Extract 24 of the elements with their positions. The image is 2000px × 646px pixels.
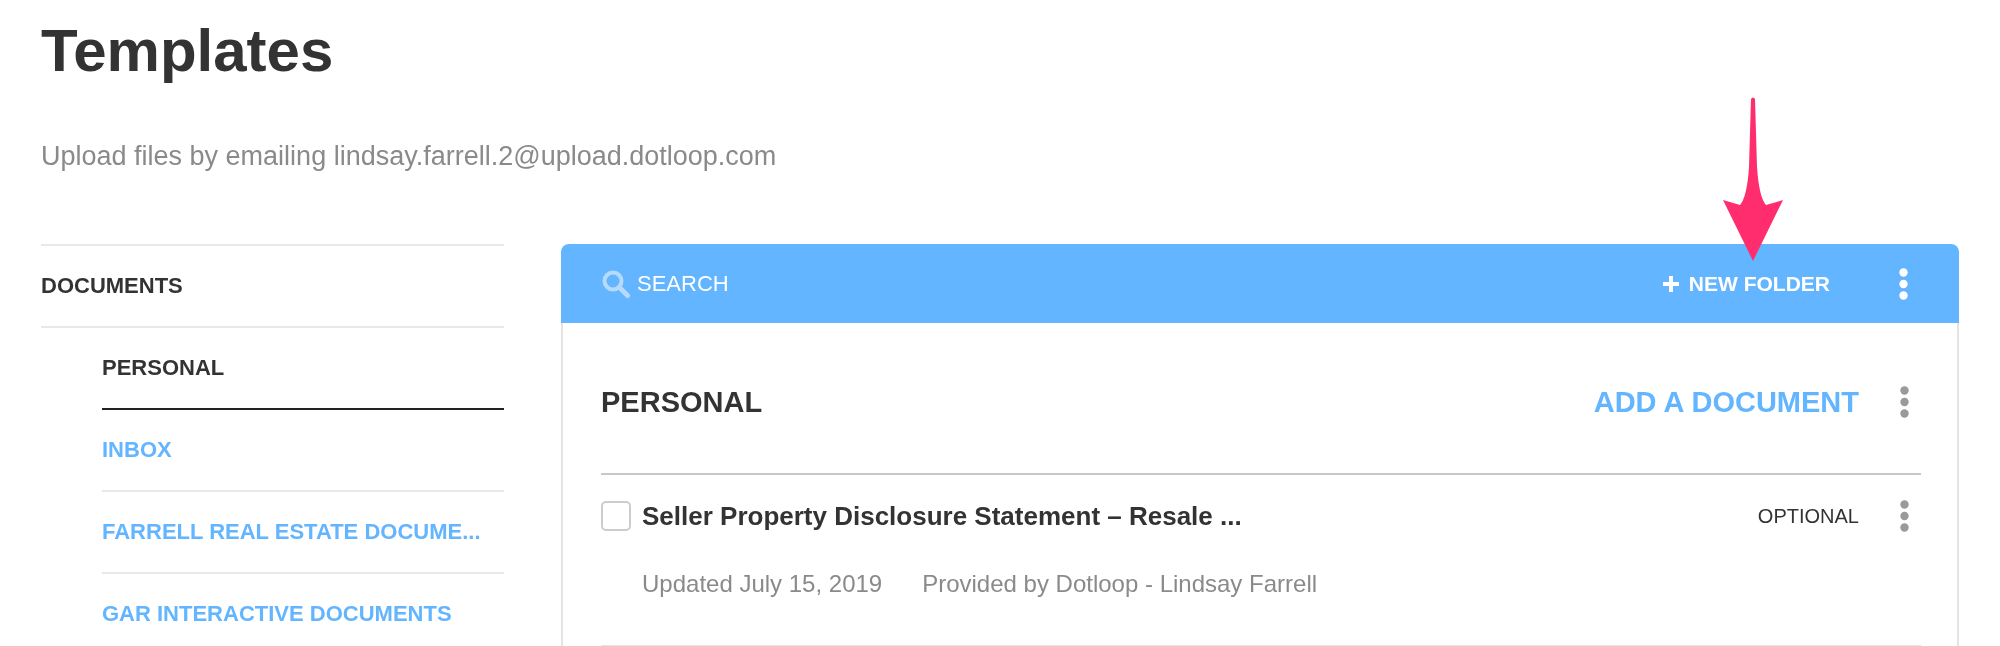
sidebar-item[interactable]: PERSONAL bbox=[102, 354, 225, 382]
kebab-menu-icon bbox=[1899, 267, 1908, 300]
page-title: Templates bbox=[41, 16, 334, 86]
kebab-menu-icon bbox=[1900, 500, 1909, 532]
new-folder-button[interactable]: NEW FOLDER bbox=[1662, 269, 1830, 298]
upload-instructions: Upload files by emailing lindsay.farrell.2@upload.dotloop.com bbox=[41, 140, 777, 173]
sidebar-item[interactable]: INBOX bbox=[102, 436, 172, 464]
search-icon bbox=[601, 268, 631, 299]
kebab-menu-icon bbox=[1900, 386, 1909, 418]
sidebar-item[interactable]: FARRELL REAL ESTATE DOCUME... bbox=[102, 518, 481, 546]
more-options-button[interactable] bbox=[1900, 500, 1909, 532]
folder-title: PERSONAL bbox=[601, 385, 763, 420]
document-status: OPTIONAL bbox=[1757, 504, 1859, 529]
updated-date: Updated July 15, 2019 bbox=[642, 569, 883, 599]
more-options-button[interactable] bbox=[1900, 386, 1909, 418]
checkbox[interactable] bbox=[601, 501, 631, 531]
sidebar-heading: DOCUMENTS bbox=[41, 272, 183, 300]
search-field[interactable]: SEARCH bbox=[637, 268, 857, 299]
plus-icon bbox=[1662, 275, 1679, 292]
sidebar-item[interactable]: GAR INTERACTIVE DOCUMENTS bbox=[102, 600, 452, 628]
document-title[interactable]: Seller Property Disclosure Statement – Resale ... bbox=[642, 501, 1242, 531]
provider-text: Provided by Dotloop - Lindsay Farrell bbox=[922, 569, 1318, 599]
more-options-button[interactable] bbox=[1899, 267, 1908, 300]
add-document-button[interactable]: ADD A DOCUMENT bbox=[1593, 384, 1859, 420]
